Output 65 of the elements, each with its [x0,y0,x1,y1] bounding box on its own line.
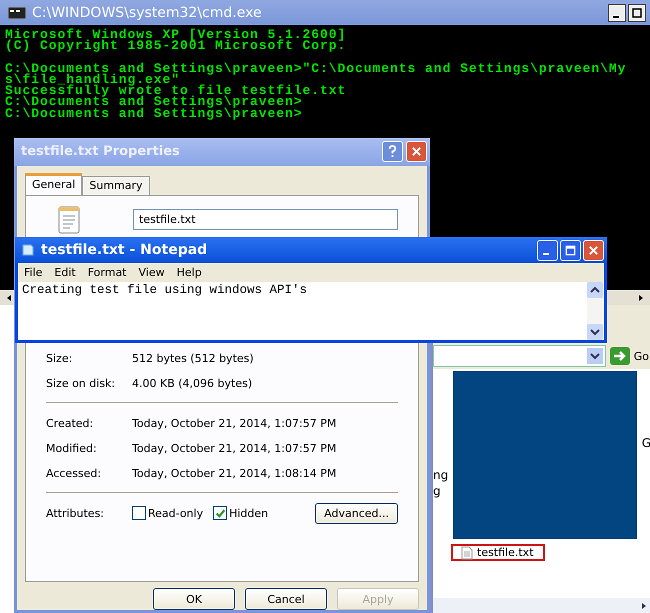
menu-item[interactable]: File [24,266,42,279]
close-button[interactable] [583,240,604,260]
console-line: Microsoft Windows XP [Version 5.1.2600] [5,29,348,40]
property-value: Today, October 21, 2014, 1:07:57 PM [132,416,336,430]
scroll-down-icon[interactable] [587,324,603,340]
go-button[interactable]: Go [606,345,650,367]
property-label: Modified: [46,442,98,455]
checkbox[interactable] [132,506,146,520]
console-line: (C) Copyright 1985-2001 Microsoft Corp. [5,40,348,52]
maximize-icon [632,8,642,18]
file-name: testfile.txt [477,546,534,559]
console-line: C:\Documents and Settings\praveen>"C:\Documents and Settings\praveen\My [5,62,628,74]
property-value: Today, October 21, 2014, 1:07:57 PM [132,442,336,455]
menu-item[interactable]: Edit [54,266,76,279]
checkbox-label: Hidden [229,506,268,520]
tab[interactable]: General [25,172,82,195]
maximize-button[interactable] [628,4,646,22]
property-label: Size: [46,352,74,365]
file-name: ng [433,467,448,483]
address-field[interactable] [433,345,606,367]
console-line: C:\Documents and Settings\praveen> [5,108,304,120]
property-label: Attributes: [46,506,106,520]
menu-item[interactable]: View [138,266,165,279]
property-label: Size on disk: [46,376,116,390]
file-name-field[interactable]: testfile.txt [133,209,398,230]
menu-item[interactable]: Format [88,266,126,279]
checkbox[interactable] [213,506,228,520]
scroll-up-icon[interactable] [587,282,603,298]
dialog-button[interactable]: OK [153,588,235,610]
dropdown-icon[interactable] [586,348,603,364]
dialog-button[interactable]: Cancel [245,588,327,610]
scrollbar[interactable] [587,282,604,340]
minimize-icon [543,253,549,255]
text-file-icon [58,206,80,234]
minimize-button[interactable] [608,4,626,22]
minimize-icon [612,16,618,18]
console-line: Successfully wrote to file testfile.txt [5,85,348,96]
property-value: Today, October 21, 2014, 1:08:14 PM [132,466,336,480]
text-area[interactable]: Creating test file using windows API's [18,282,587,340]
close-button[interactable] [406,141,427,162]
menu-item[interactable]: Help [176,266,202,279]
window-title: testfile.txt Properties [21,144,181,160]
property-value: 4.00 KB (4,096 bytes) [132,376,252,390]
property-label: Accessed: [46,466,102,480]
text-file-icon [461,546,473,560]
file-item[interactable]: testfile.txt [451,544,545,561]
file-name: G [642,435,650,451]
window-title: testfile.txt - Notepad [41,242,208,258]
console-line: C:\Documents and Settings\praveen> [5,96,303,108]
property-label: Created: [46,416,94,430]
help-icon [387,145,398,158]
tab[interactable]: Summary [82,176,150,195]
file-name: g [433,483,442,499]
console-icon [8,6,26,18]
scrollbar[interactable] [433,598,650,613]
advanced-button[interactable]: Advanced... [315,502,398,524]
property-value: 512 bytes (512 bytes) [132,352,254,365]
checkbox-label: Read-only [148,506,204,520]
close-icon [411,146,422,158]
close-icon [588,244,599,256]
console-line: s\file_handling.exe" [5,74,180,86]
window-title: C:\WINDOWS\system32\cmd.exe [32,4,263,20]
maximize-icon [565,244,576,256]
notepad-icon [21,243,35,257]
help-button[interactable] [382,141,403,162]
